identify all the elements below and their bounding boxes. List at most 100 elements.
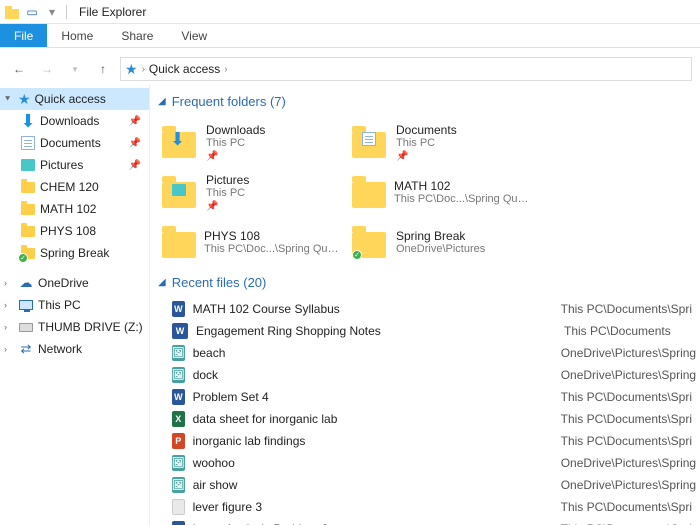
file-type-icon: 🖼 (172, 455, 185, 471)
synced-folder-icon: ✓ (20, 245, 36, 261)
sidebar-item-label: This PC (38, 298, 81, 312)
recent-file-row[interactable]: Pinorganic lab findingsThis PC\Documents… (158, 430, 692, 452)
tab-share[interactable]: Share (107, 24, 167, 47)
collapse-icon[interactable]: ⯆ (4, 94, 14, 105)
onedrive-icon: ☁ (18, 275, 34, 291)
recent-file-row[interactable]: W Engagement Ring Shopping Notes This PC\D… (158, 320, 692, 342)
expand-icon[interactable]: › (4, 344, 14, 354)
sidebar-item-label: CHEM 120 (40, 180, 99, 194)
file-name: lever figure 3 (193, 500, 553, 514)
folder-tile[interactable]: MATH 102This PC\Doc...\Spring Quarter (348, 167, 538, 217)
drive-icon (18, 319, 34, 335)
tile-name: Downloads (206, 123, 265, 137)
documents-icon (20, 135, 36, 151)
collapse-icon[interactable]: ◢ (158, 277, 166, 288)
sidebar-root-item[interactable]: › This PC (0, 294, 149, 316)
sidebar-item-label: Spring Break (40, 246, 109, 260)
folder-tile[interactable]: PHYS 108This PC\Doc...\Spring Quarter (158, 217, 348, 267)
tile-location: This PC\Doc...\Spring Quarter (394, 193, 534, 205)
file-name: Engagement Ring Shopping Notes (196, 324, 556, 338)
tile-name: Documents (396, 123, 457, 137)
expand-icon[interactable]: › (4, 278, 14, 288)
recent-file-row[interactable]: 🖼beachOneDrive\Pictures\Spring (158, 342, 692, 364)
expand-icon[interactable]: › (4, 300, 14, 310)
folder-tile[interactable]: ✓Spring BreakOneDrive\Pictures (348, 217, 538, 267)
sidebar-item-label: Pictures (40, 158, 83, 172)
quick-access-icon: ★ (125, 61, 138, 78)
recent-file-row[interactable]: lever figure 3This PC\Documents\Spri (158, 496, 692, 518)
file-path: This PC\Documents\Spri (561, 434, 692, 448)
file-path: This PC\Documents (564, 324, 671, 338)
recent-files-heading[interactable]: ◢ Recent files (20) (158, 275, 692, 290)
sidebar-root-item[interactable]: ›THUMB DRIVE (Z:) (0, 316, 149, 338)
folder-icon (20, 223, 36, 239)
frequent-folders-heading[interactable]: ◢ Frequent folders (7) (158, 94, 692, 109)
sidebar-item-label: OneDrive (38, 276, 89, 290)
sidebar-item[interactable]: ✓ Spring Break (0, 242, 149, 264)
file-type-icon: 🖼 (172, 345, 185, 361)
tile-name: Pictures (206, 173, 249, 187)
recent-file-row[interactable]: Xdata sheet for inorganic labThis PC\Doc… (158, 408, 692, 430)
sidebar-item[interactable]: ⬇Downloads📌 (0, 110, 149, 132)
file-path: This PC\Documents\Spri (561, 302, 692, 316)
sidebar-item[interactable]: Documents📌 (0, 132, 149, 154)
folder-tile[interactable]: DocumentsThis PC📌 (348, 117, 538, 167)
tab-view[interactable]: View (167, 24, 221, 47)
sidebar-item[interactable]: Pictures 📌 (0, 154, 149, 176)
recent-file-row[interactable]: WLever Analysis Problem JanThis PC\Docum… (158, 518, 692, 525)
new-folder-icon[interactable]: ▾ (44, 4, 60, 20)
sidebar-item[interactable]: CHEM 120 (0, 176, 149, 198)
tile-location: This PC\Doc...\Spring Quarter (204, 243, 344, 255)
chevron-right-icon[interactable]: › (142, 64, 145, 75)
forward-button[interactable]: → (36, 58, 58, 80)
tab-file[interactable]: File (0, 24, 47, 47)
folder-icon (352, 174, 386, 210)
folder-tile[interactable]: ⬇DownloadsThis PC📌 (158, 117, 348, 167)
tile-name: MATH 102 (394, 179, 534, 193)
recent-file-row[interactable]: WProblem Set 4This PC\Documents\Spri (158, 386, 692, 408)
sidebar-item[interactable]: PHYS 108 (0, 220, 149, 242)
up-button[interactable]: ↑ (92, 58, 114, 80)
sidebar-item[interactable]: MATH 102 (0, 198, 149, 220)
recent-locations-button[interactable]: ▾ (64, 58, 86, 80)
pin-icon: 📌 (206, 201, 249, 212)
collapse-icon[interactable]: ◢ (158, 96, 166, 107)
file-name: MATH 102 Course Syllabus (193, 302, 553, 316)
sidebar-item-label: MATH 102 (40, 202, 96, 216)
properties-icon[interactable]: ▭ (24, 4, 40, 20)
tab-home[interactable]: Home (47, 24, 107, 47)
folder-tile[interactable]: PicturesThis PC📌 (158, 167, 348, 217)
sidebar-root-item[interactable]: ›⇄Network (0, 338, 149, 360)
divider (66, 5, 67, 19)
section-label: Frequent folders (7) (172, 94, 286, 109)
recent-file-row[interactable]: 🖼air showOneDrive\Pictures\Spring (158, 474, 692, 496)
address-bar[interactable]: ★ › Quick access › (120, 57, 692, 81)
recent-file-row[interactable]: 🖼woohooOneDrive\Pictures\Spring (158, 452, 692, 474)
this-pc-icon (18, 297, 34, 313)
expand-icon[interactable]: › (4, 322, 14, 332)
file-path: OneDrive\Pictures\Spring (561, 368, 696, 382)
tile-location: OneDrive\Pictures (396, 243, 485, 255)
file-name: air show (193, 478, 553, 492)
folder-icon (352, 124, 388, 160)
file-path: OneDrive\Pictures\Spring (561, 456, 696, 470)
sidebar-quick-access[interactable]: ⯆ ★ Quick access (0, 88, 149, 110)
window-title: File Explorer (79, 5, 146, 19)
breadcrumb-segment[interactable]: Quick access (149, 62, 220, 76)
navigation-bar: ← → ▾ ↑ ★ › Quick access › (0, 54, 700, 84)
file-type-icon: W (172, 323, 188, 339)
file-name: dock (193, 368, 553, 382)
pin-icon: 📌 (129, 160, 141, 171)
tile-location: This PC (206, 137, 265, 149)
sidebar-root-item[interactable]: › ☁ OneDrive (0, 272, 149, 294)
folder-icon (20, 201, 36, 217)
recent-file-row[interactable]: 🖼dockOneDrive\Pictures\Spring (158, 364, 692, 386)
recent-file-row[interactable]: WMATH 102 Course SyllabusThis PC\Documen… (158, 298, 692, 320)
pin-icon: 📌 (129, 116, 141, 127)
section-label: Recent files (20) (172, 275, 267, 290)
back-button[interactable]: ← (8, 58, 30, 80)
chevron-right-icon[interactable]: › (224, 64, 227, 75)
file-name: data sheet for inorganic lab (193, 412, 553, 426)
folder-icon: ✓ (352, 224, 388, 260)
file-type-icon: 🖼 (172, 477, 185, 493)
